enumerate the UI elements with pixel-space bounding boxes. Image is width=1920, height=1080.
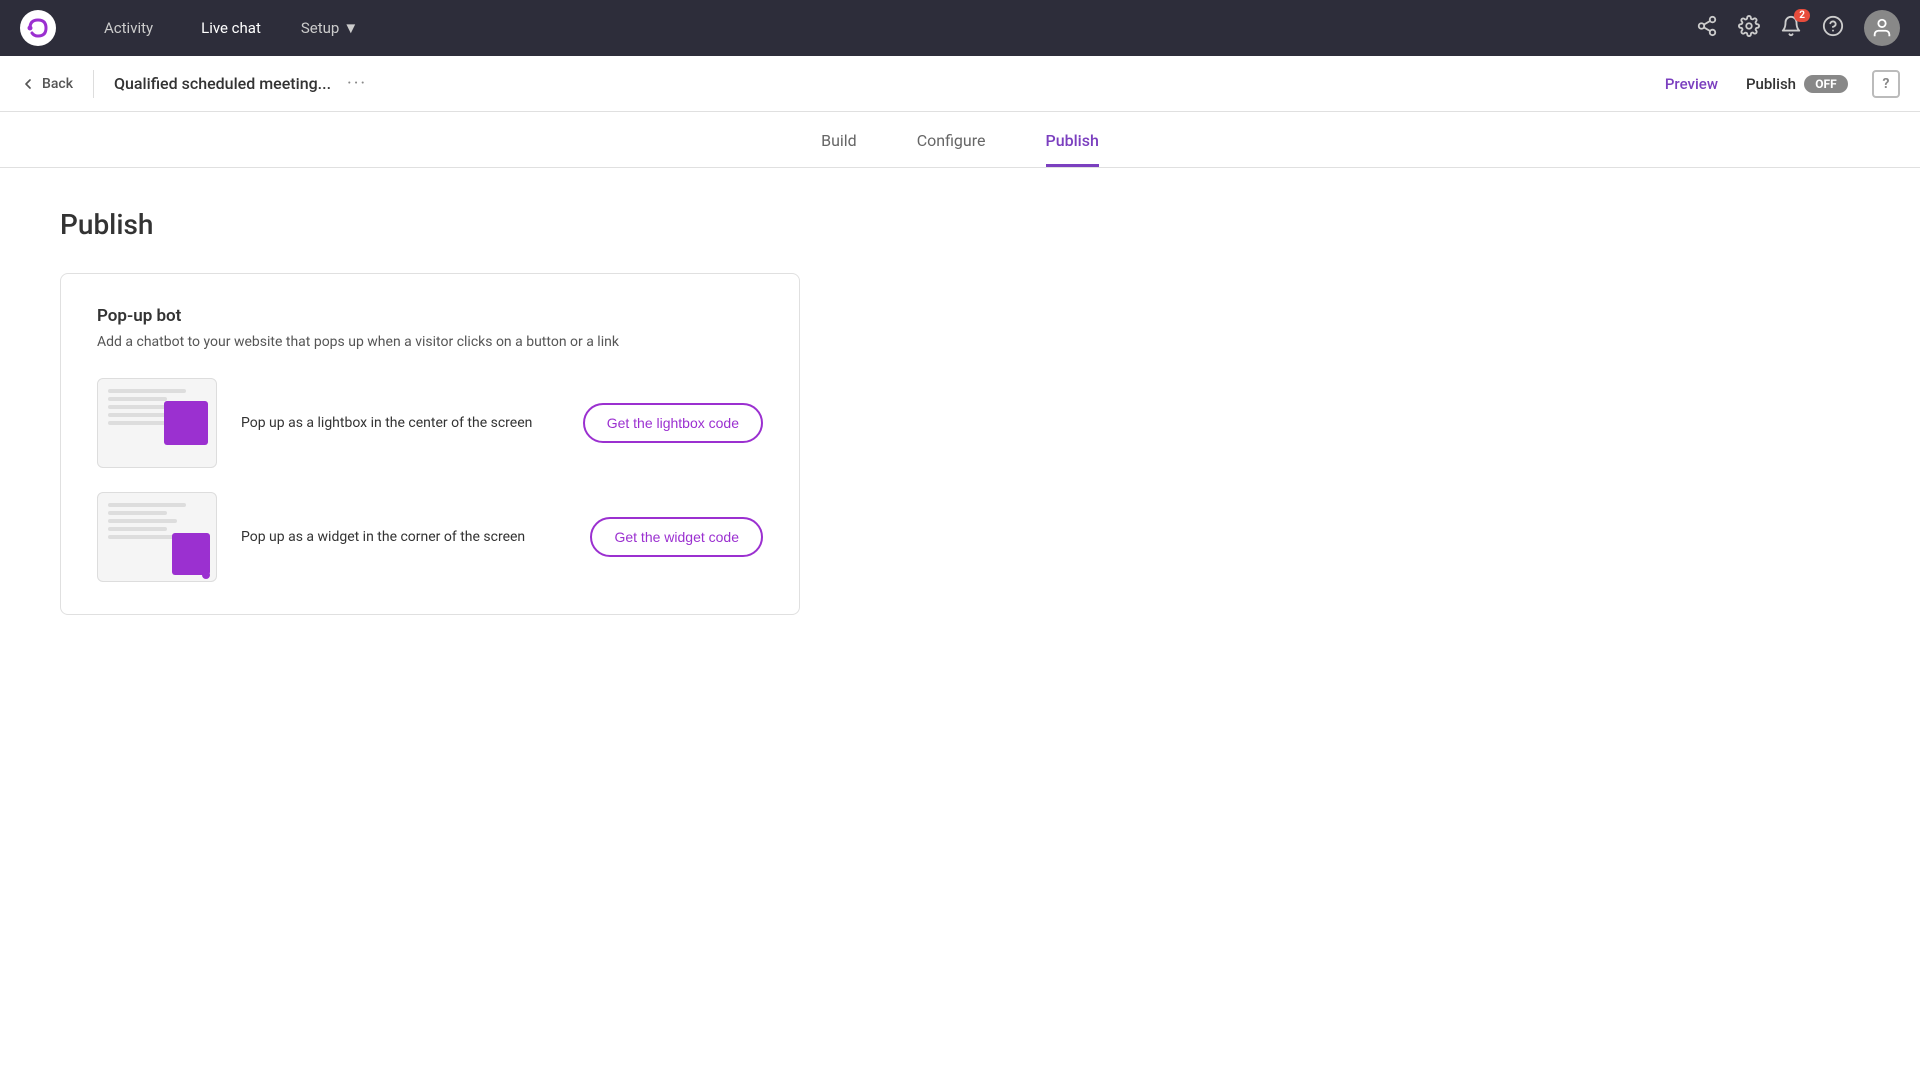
notifications-icon[interactable]: 2 [1780,15,1802,42]
nav-activity[interactable]: Activity [96,15,161,41]
notification-badge: 2 [1794,9,1810,22]
help-icon[interactable] [1822,15,1844,42]
publish-heading: Publish [60,208,1860,241]
preview-button[interactable]: Preview [1653,69,1730,99]
back-button[interactable]: Back [20,76,73,92]
lightbox-block-icon [164,401,208,445]
nav-setup[interactable]: Setup ▼ [301,19,358,37]
lightbox-description: Pop up as a lightbox in the center of th… [241,413,559,434]
settings-icon[interactable] [1738,15,1760,42]
subheader: Back Qualified scheduled meeting... ··· … [0,56,1920,112]
widget-description: Pop up as a widget in the corner of the … [241,527,566,548]
section-desc: Add a chatbot to your website that pops … [97,334,763,350]
avatar[interactable] [1864,10,1900,46]
get-widget-code-button[interactable]: Get the widget code [590,517,763,557]
get-lightbox-code-button[interactable]: Get the lightbox code [583,403,763,443]
publish-toggle-switch[interactable]: OFF [1804,75,1848,93]
lightbox-option-row: Pop up as a lightbox in the center of th… [97,378,763,468]
widget-thumbnail [97,492,217,582]
subheader-help-icon[interactable]: ? [1872,70,1900,98]
tab-publish[interactable]: Publish [1046,131,1099,167]
top-navigation: Activity Live chat Setup ▼ 2 [0,0,1920,56]
widget-dot-icon [202,571,210,579]
lightbox-thumbnail [97,378,217,468]
tabs-bar: Build Configure Publish [0,112,1920,168]
nav-icons: 2 [1696,10,1900,46]
popup-bot-card: Pop-up bot Add a chatbot to your website… [60,273,800,615]
tab-build[interactable]: Build [821,131,857,167]
tab-configure[interactable]: Configure [917,131,986,167]
more-options-button[interactable]: ··· [347,73,367,94]
logo[interactable] [20,10,56,46]
page-title: Qualified scheduled meeting... [114,74,331,93]
section-title: Pop-up bot [97,306,763,326]
main-content: Publish Pop-up bot Add a chatbot to your… [0,168,1920,655]
subheader-divider [93,70,94,98]
share-icon[interactable] [1696,15,1718,42]
publish-toggle[interactable]: Publish OFF [1746,75,1848,93]
nav-livechat[interactable]: Live chat [193,15,269,41]
widget-option-row: Pop up as a widget in the corner of the … [97,492,763,582]
widget-block-icon [172,533,210,575]
